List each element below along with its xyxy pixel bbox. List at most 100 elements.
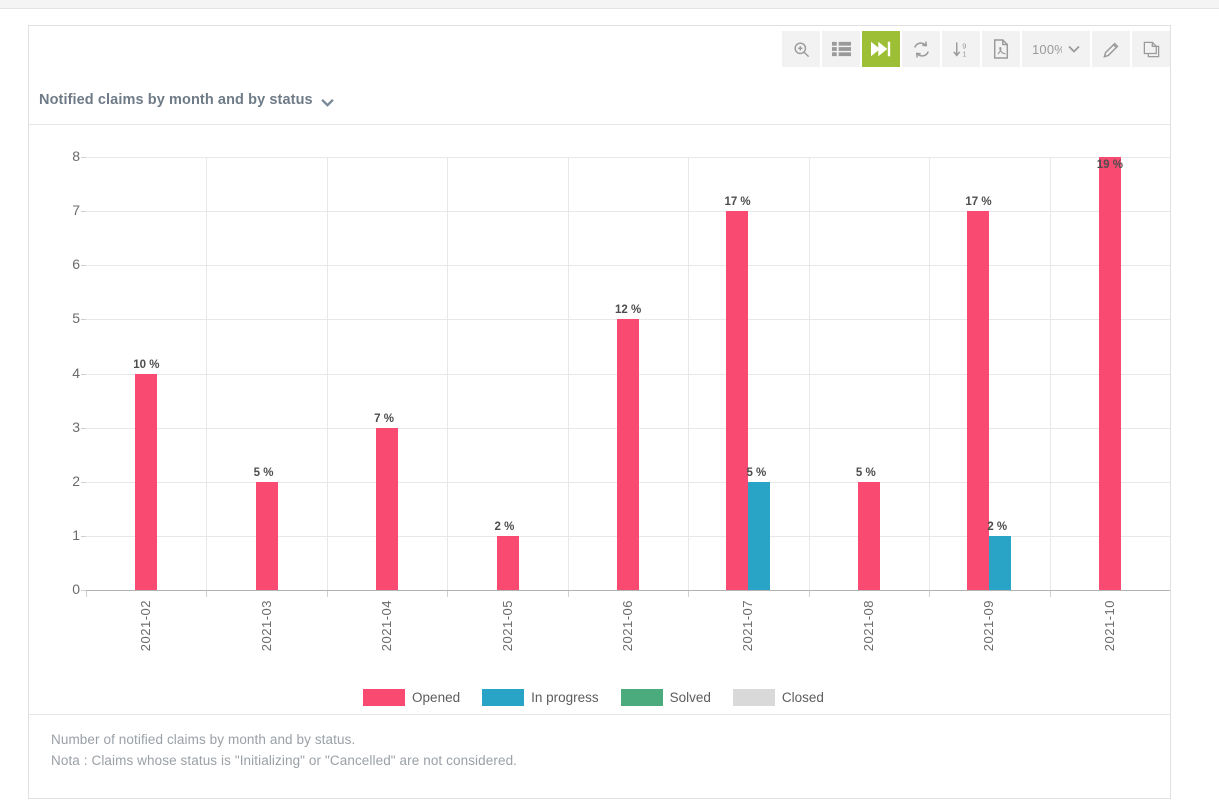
bar-in-progress-2021-07[interactable] [748, 481, 771, 590]
skip-forward-icon-button[interactable] [862, 31, 900, 67]
bar-value-label: 19 % [1096, 159, 1123, 171]
bar-in-progress-2021-09[interactable] [989, 535, 1012, 590]
bar-value-label: 5 % [253, 466, 274, 479]
edit-pencil-icon-button[interactable] [1092, 31, 1130, 67]
x-axis-tick-label: 2021-06 [620, 600, 635, 652]
gridline-vertical [929, 157, 930, 590]
x-axis-tick-label: 2021-10 [1101, 600, 1117, 652]
gridline-vertical [327, 157, 328, 590]
chart-legend: Opened In progress Solved Closed [29, 689, 1170, 706]
y-axis-tick-mark [81, 265, 86, 267]
title-chevron-down-icon[interactable] [321, 96, 334, 109]
x-axis-tick-mark [447, 591, 448, 597]
legend-label: Solved [669, 690, 711, 705]
bar-opened-2021-04[interactable] [376, 427, 399, 590]
x-axis-tick-label: 2021-05 [499, 600, 515, 652]
x-axis-tick-mark [206, 591, 207, 597]
legend-swatch [363, 689, 406, 706]
y-axis-tick-label: 0 [72, 581, 80, 597]
chart-footnotes: Number of notified claims by month and b… [29, 714, 1170, 798]
list-view-icon-button[interactable] [822, 31, 860, 67]
chevron-down-icon [1068, 45, 1080, 53]
bar-value-label: 7 % [374, 412, 394, 425]
x-axis-tick-label: 2021-03 [258, 600, 274, 652]
plot-area: 0 1 2 3 4 5 6 7 8 10 % 5 % 7 % 2 % 12 % 17 % 5 % 5 % 17 %… [72, 148, 1170, 597]
gridline-vertical [447, 157, 448, 590]
bar-opened-2021-05[interactable] [496, 535, 519, 590]
x-axis-tick-mark [929, 591, 930, 597]
legend-item-solved[interactable]: Solved [620, 689, 711, 706]
legend-item-closed[interactable]: Closed [732, 689, 824, 706]
chart-area: 0 1 2 3 4 5 6 7 8 10 % 5 % 7 % 2 % 12 % 17 % 5 % 5 % 17 %… [29, 126, 1170, 714]
bar-opened-2021-03[interactable] [255, 481, 278, 590]
x-axis-tick-label: 2021-04 [379, 600, 395, 652]
gridline-horizontal [86, 265, 1170, 267]
y-axis-tick-label: 2 [72, 472, 80, 489]
x-axis-tick-mark [688, 591, 689, 597]
x-axis-tick-label: 2021-02 [138, 600, 154, 652]
x-axis-tick-mark [327, 591, 328, 597]
bar-value-label: 5 % [855, 466, 876, 479]
y-axis-tick-label: 7 [72, 202, 80, 219]
bar-value-label: 12 % [615, 304, 642, 317]
x-axis-tick-label: 2021-07 [740, 600, 756, 652]
report-toolbar: 9 1 100% [780, 26, 1170, 72]
bar-opened-2021-07[interactable] [726, 211, 749, 590]
page-title: Notified claims by month and by status [39, 92, 313, 108]
bar-value-label: 17 % [724, 196, 751, 209]
sort-descending-icon-button[interactable]: 9 1 [942, 31, 980, 67]
bar-opened-2021-02[interactable] [135, 373, 158, 590]
refresh-icon-button[interactable] [902, 31, 940, 67]
y-axis-tick-label: 1 [72, 526, 80, 543]
x-axis-tick-mark [809, 591, 810, 597]
bar-value-label: 2 % [494, 520, 515, 533]
zoom-level-select[interactable]: 100% [1022, 31, 1090, 67]
legend-swatch [732, 689, 775, 706]
bar-opened-2021-09[interactable] [967, 211, 990, 590]
bar-value-label: 17 % [965, 196, 992, 209]
bar-opened-2021-10[interactable] [1098, 157, 1121, 590]
y-axis-tick-mark [81, 319, 86, 321]
footnote-line-2: Nota : Claims whose status is "Initializ… [51, 753, 518, 768]
bar-opened-2021-06[interactable] [617, 319, 639, 590]
gridline-vertical [688, 157, 689, 590]
y-axis-tick-mark [81, 211, 86, 213]
legend-label: In progress [531, 690, 599, 705]
gridline-vertical [809, 157, 810, 590]
report-card: 9 1 100% [28, 25, 1171, 799]
legend-label: Closed [781, 690, 824, 705]
gridline-vertical [206, 157, 207, 590]
svg-text:1: 1 [962, 49, 966, 58]
x-axis-tick-mark [568, 591, 569, 597]
legend-item-in-progress[interactable]: In progress [482, 689, 599, 706]
bar-opened-2021-08[interactable] [857, 481, 880, 590]
y-axis-tick-mark [81, 481, 86, 483]
bar-value-label: 10 % [133, 358, 160, 371]
legend-label: Opened [412, 690, 461, 705]
y-axis-tick-label: 3 [72, 418, 80, 435]
y-axis-tick-label: 4 [72, 364, 80, 381]
y-axis-tick-label: 5 [72, 310, 80, 327]
copy-pages-icon-button[interactable] [1132, 31, 1170, 67]
zoom-level-value: 100% [1032, 41, 1062, 57]
x-axis-tick-mark [1050, 591, 1051, 597]
pdf-export-icon-button[interactable] [982, 31, 1020, 67]
page-top-band [0, 0, 1219, 9]
bar-value-label: 5 % [746, 466, 767, 479]
y-axis-tick-mark [81, 373, 86, 375]
legend-swatch [620, 689, 663, 706]
x-axis-tick-mark [86, 591, 87, 597]
zoom-search-icon-button[interactable] [782, 31, 820, 67]
bar-value-label: 2 % [987, 520, 1008, 533]
y-axis-tick-mark [81, 535, 86, 537]
footnote-line-1: Number of notified claims by month and b… [51, 732, 356, 747]
chart-title-bar: Notified claims by month and by status [29, 86, 1170, 125]
x-axis-baseline [86, 590, 1170, 591]
legend-swatch [482, 689, 525, 706]
legend-item-opened[interactable]: Opened [363, 689, 460, 706]
x-axis-tick-label: 2021-09 [981, 600, 997, 652]
y-axis-tick-mark [81, 157, 86, 158]
gridline-vertical [1050, 157, 1051, 590]
gridline-horizontal [86, 157, 1170, 158]
gridline-horizontal [86, 211, 1170, 213]
